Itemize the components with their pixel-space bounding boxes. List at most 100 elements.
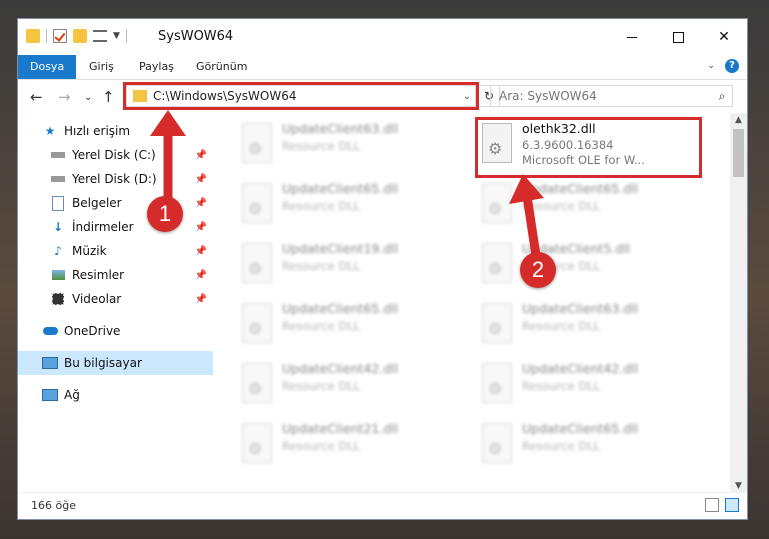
file-type: Resource DLL [282,259,361,273]
sidebar-item-videos[interactable]: Videolar 📌 [18,287,213,311]
computer-icon [42,355,58,371]
sidebar-item-documents[interactable]: Belgeler 📌 [18,191,213,215]
pin-icon[interactable]: 📌 [195,222,207,233]
pin-icon[interactable]: 📌 [195,294,207,305]
minimize-button[interactable] [609,19,655,55]
drive-icon [50,147,66,163]
address-highlight-box [123,82,479,110]
new-folder-icon[interactable] [73,29,87,43]
file-item[interactable]: ⚙ UpdateClient65.dll Resource DLL [478,421,708,475]
search-box[interactable]: ⌕ [490,85,733,107]
scroll-down-icon[interactable]: ▼ [730,481,747,491]
file-item[interactable]: ⚙ UpdateClient65.dll Resource DLL [478,181,708,235]
sidebar-item-label: Belgeler [72,196,122,210]
recent-locations-icon[interactable]: ⌄ [84,92,92,103]
tab-share[interactable]: Paylaş [127,55,186,79]
file-type: Resource DLL [282,379,361,393]
file-name: UpdateClient63.dll [522,301,639,316]
sidebar-item-onedrive[interactable]: OneDrive [18,319,213,343]
caption-buttons: ✕ [609,19,747,55]
details-view-icon[interactable] [705,498,719,512]
help-icon[interactable]: ? [725,59,739,73]
drive-icon [50,171,66,187]
properties-check-icon[interactable] [53,29,67,43]
sidebar-item-label: Resimler [72,268,125,282]
video-icon [50,291,66,307]
file-item[interactable]: ⚙ UpdateClient21.dll Resource DLL [238,421,468,475]
scroll-up-icon[interactable]: ▲ [730,115,747,125]
dll-file-icon: ⚙ [238,421,274,465]
view-buttons [705,498,739,512]
file-name: UpdateClient19.dll [282,241,399,256]
dll-file-icon: ⚙ [478,361,514,405]
forward-button[interactable]: → [58,88,71,106]
maximize-button[interactable] [655,19,701,55]
dll-file-icon: ⚙ [238,241,274,285]
tiles-view-icon[interactable] [725,498,739,512]
sidebar-item-label: OneDrive [64,324,121,338]
up-button[interactable]: ↑ [102,88,115,106]
file-item[interactable]: ⚙ UpdateClient65.dll Resource DLL [238,301,468,355]
file-item[interactable]: ⚙ UpdateClient63.dll Resource DLL [478,301,708,355]
minimize-icon [627,36,637,38]
file-type: Resource DLL [522,379,601,393]
dll-file-icon: ⚙ [478,181,514,225]
customize-icon[interactable] [93,30,107,42]
step-badge-1: 1 [147,196,183,232]
back-button[interactable]: ← [30,88,43,106]
status-bar: 166 öğe [18,492,747,519]
dll-file-icon: ⚙ [238,301,274,345]
pin-icon[interactable]: 📌 [195,150,207,161]
maximize-icon [672,31,684,43]
file-item[interactable]: ⚙ UpdateClient65.dll Resource DLL [238,181,468,235]
file-item[interactable]: ⚙ UpdateClient63.dll Resource DLL [238,121,468,175]
qat-dropdown-icon[interactable]: ▼ [113,31,120,41]
sidebar-item-label: Videolar [72,292,122,306]
download-icon: ↓ [52,220,64,234]
sidebar-item-this-pc[interactable]: Bu bilgisayar [18,351,213,375]
file-item[interactable]: ⚙ UpdateClient42.dll Resource DLL [478,361,708,415]
separator [125,29,127,43]
sidebar-item-local-disk-d[interactable]: Yerel Disk (D:) 📌 [18,167,213,191]
dll-file-icon: ⚙ [478,301,514,345]
search-input[interactable] [491,88,712,104]
sidebar-item-quick-access[interactable]: ★ Hızlı erişim [18,119,213,143]
file-name: UpdateClient42.dll [522,361,639,376]
pin-icon[interactable]: 📌 [195,198,207,209]
tab-file[interactable]: Dosya [18,55,77,79]
sidebar-item-local-disk-c[interactable]: Yerel Disk (C:) 📌 [18,143,213,167]
file-item[interactable]: ⚙ UpdateClient19.dll Resource DLL [238,241,468,295]
sidebar-item-label: Müzik [72,244,107,258]
sidebar-item-network[interactable]: Ağ [18,383,213,407]
dll-file-icon: ⚙ [238,121,274,165]
close-button[interactable]: ✕ [701,19,747,55]
pin-icon[interactable]: 📌 [195,174,207,185]
scrollbar-thumb[interactable] [733,129,744,177]
file-item[interactable]: ⚙ UpdateClient42.dll Resource DLL [238,361,468,415]
pin-icon[interactable]: 📌 [195,246,207,257]
explorer-window: ▼ SysWOW64 ✕ Dosya Giriş Paylaş Görünüm … [17,18,748,520]
sidebar-item-label: Bu bilgisayar [64,356,142,370]
file-type: Resource DLL [282,199,361,213]
file-name: UpdateClient63.dll [282,121,399,136]
close-icon: ✕ [718,29,730,45]
sidebar-item-downloads[interactable]: ↓ İndirmeler 📌 [18,215,213,239]
dll-file-icon: ⚙ [478,421,514,465]
sidebar-item-pictures[interactable]: Resimler 📌 [18,263,213,287]
pin-icon[interactable]: 📌 [195,270,207,281]
tab-home[interactable]: Giriş [77,55,126,79]
sidebar-item-label: İndirmeler [72,220,134,234]
file-name: UpdateClient42.dll [282,361,399,376]
expand-ribbon-icon[interactable]: ⌄ [707,61,715,71]
step-badge-2: 2 [520,252,556,288]
window-title: SysWOW64 [158,29,234,44]
tab-view[interactable]: Görünüm [184,55,259,79]
document-icon [50,195,66,211]
folder-icon [26,29,40,43]
sidebar-item-music[interactable]: ♪ Müzik 📌 [18,239,213,263]
dll-file-icon: ⚙ [238,361,274,405]
sidebar-item-label: Ağ [64,388,80,402]
sidebar-item-label: Yerel Disk (D:) [72,172,157,186]
file-item[interactable]: ⚙ UpdateClient5.dll Resource DLL [478,241,708,295]
vertical-scrollbar[interactable]: ▲ ▼ [730,113,747,493]
